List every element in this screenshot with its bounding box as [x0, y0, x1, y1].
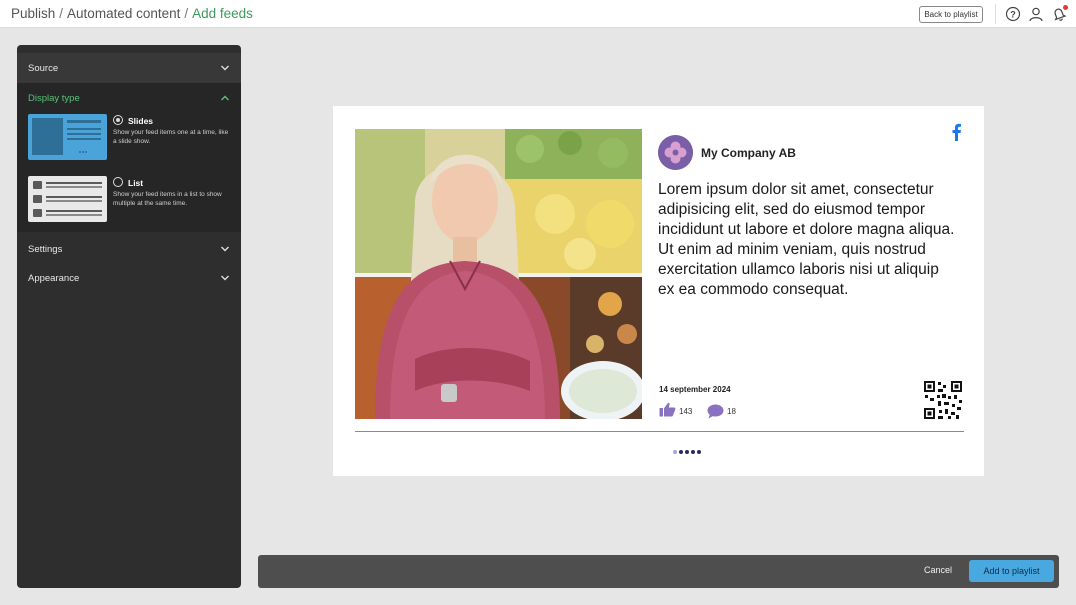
section-display-type[interactable]: Display type [17, 83, 241, 113]
user-icon[interactable] [1028, 6, 1044, 22]
company-name: My Company AB [701, 146, 796, 160]
slides-preview-icon [32, 118, 101, 155]
section-appearance-label: Appearance [28, 272, 80, 284]
breadcrumb-separator: / [184, 6, 189, 21]
list-title: List [128, 178, 144, 188]
breadcrumb: Publish / Automated content / Add feeds [11, 6, 253, 21]
slides-radio[interactable] [113, 115, 123, 125]
slide-dot[interactable] [679, 450, 683, 454]
list-description: Show your feed items in a list to show m… [113, 191, 222, 207]
card-divider [355, 431, 964, 432]
chevron-up-icon [221, 95, 229, 101]
breadcrumb-publish[interactable]: Publish [11, 6, 55, 21]
breadcrumb-add-feeds: Add feeds [192, 6, 253, 21]
thumbs-up-icon [659, 402, 676, 417]
post-text: Lorem ipsum dolor sit amet, consectetur … [658, 181, 955, 298]
slide-dot[interactable] [691, 450, 695, 454]
slides-thumbnail[interactable] [28, 114, 107, 160]
cancel-button[interactable]: Cancel [924, 565, 952, 575]
slides-description: Show your feed items one at a time, like… [113, 129, 229, 145]
breadcrumb-separator: / [59, 6, 64, 21]
action-bar: Cancel Add to playlist [258, 555, 1059, 588]
section-appearance[interactable]: Appearance [17, 263, 241, 293]
comment-count: 18 [727, 407, 736, 416]
add-to-playlist-button[interactable]: Add to playlist [969, 560, 1054, 582]
slide-dot[interactable] [685, 450, 689, 454]
slide-dot[interactable] [673, 450, 677, 454]
chevron-down-icon [221, 246, 229, 252]
section-source-label: Source [28, 62, 59, 74]
help-icon[interactable]: ? [1005, 6, 1021, 22]
list-preview-icon [33, 181, 102, 217]
top-bar: Publish / Automated content / Add feeds Back… [0, 0, 1076, 28]
toolbar-divider [995, 4, 996, 24]
back-to-playlist-button[interactable]: Back to playlist [919, 6, 983, 23]
notification-badge [1063, 5, 1068, 10]
chevron-down-icon [221, 275, 229, 281]
post-photo [355, 129, 642, 419]
post-date: 14 september 2024 [659, 385, 731, 394]
qr-code-icon [923, 380, 963, 420]
slide-dot[interactable] [697, 450, 701, 454]
chevron-down-icon [221, 65, 229, 71]
settings-sidebar: Source Display type Slides Show your fee… [17, 45, 241, 588]
feed-preview-card: My Company AB Lorem ipsum dolor sit amet… [333, 106, 984, 476]
slides-title: Slides [128, 116, 154, 126]
company-logo [658, 135, 693, 170]
list-radio[interactable] [113, 177, 123, 187]
like-count: 143 [679, 407, 693, 416]
comment-icon [707, 404, 724, 419]
facebook-icon [952, 123, 961, 141]
list-thumbnail[interactable] [28, 176, 107, 222]
section-source[interactable]: Source [17, 53, 241, 83]
section-settings[interactable]: Settings [17, 234, 241, 264]
section-display-type-label: Display type [28, 92, 80, 104]
slide-indicator [673, 450, 701, 456]
section-settings-label: Settings [28, 243, 63, 255]
svg-text:?: ? [1010, 10, 1016, 20]
breadcrumb-automated-content[interactable]: Automated content [67, 6, 180, 21]
